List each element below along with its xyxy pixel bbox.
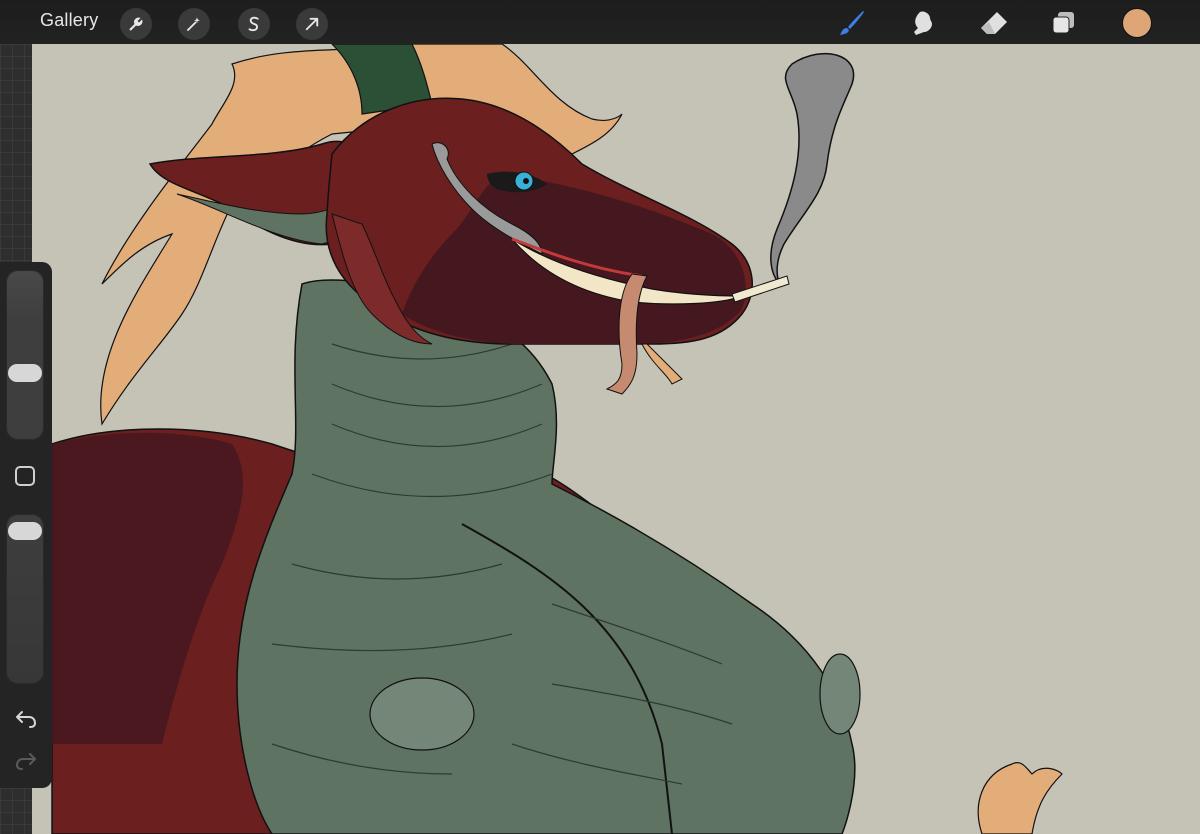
opacity-slider[interactable] [6,514,44,684]
smoke [770,52,855,285]
eraser-icon[interactable] [976,6,1012,40]
artwork [51,44,1063,834]
tail-tip [977,762,1063,834]
gallery-button[interactable]: Gallery [40,10,98,31]
brush-size-slider[interactable] [6,270,44,440]
transform-arrow-icon[interactable] [296,8,328,40]
chest-spot-right [819,653,861,735]
opacity-thumb[interactable] [8,521,42,540]
actions-wrench-icon[interactable] [120,8,152,40]
color-swatch[interactable] [1122,8,1152,38]
redo-arrow-icon[interactable] [13,748,39,774]
brush-icon[interactable] [834,6,870,40]
smudge-icon[interactable] [904,6,940,40]
left-sidebar [0,262,52,788]
square-outline-icon[interactable] [15,466,35,486]
drawing-canvas[interactable] [32,44,1200,834]
top-toolbar: Gallery [0,0,1200,44]
undo-arrow-icon[interactable] [13,706,39,732]
whisker-tip [641,343,683,385]
adjustments-magic-wand-icon[interactable] [178,8,210,40]
chest-spot-left [369,677,475,751]
selection-s-icon[interactable] [238,8,270,40]
eye-pupil [523,178,529,184]
belly [236,279,856,834]
layers-icon[interactable] [1046,6,1082,40]
brush-size-thumb[interactable] [8,363,42,382]
